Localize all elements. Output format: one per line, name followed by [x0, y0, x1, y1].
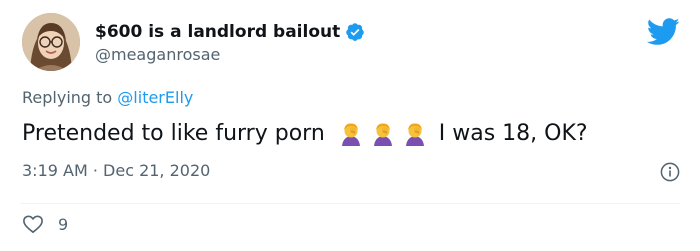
twitter-bird-icon[interactable] [646, 18, 680, 46]
tweet-text-before: Pretended to like furry porn [22, 121, 325, 146]
divider [20, 203, 680, 204]
verified-badge-icon [345, 22, 365, 42]
heart-icon[interactable] [22, 214, 44, 234]
display-name[interactable]: $600 is a landlord bailout [95, 22, 340, 42]
replying-prefix: Replying to [22, 88, 113, 107]
tweet-text-after: I was 18, OK? [438, 121, 588, 146]
replying-to: Replying to @literElly [22, 88, 193, 107]
emoji-group [339, 122, 427, 146]
author-row: $600 is a landlord bailout [95, 20, 365, 44]
reply-target-link[interactable]: @literElly [117, 88, 193, 107]
woman-facepalming-icon [371, 122, 395, 146]
avatar[interactable] [22, 13, 80, 71]
like-count: 9 [58, 214, 69, 234]
woman-facepalming-icon [339, 122, 363, 146]
info-icon[interactable] [660, 162, 680, 182]
tweet-timestamp[interactable]: 3:19 AM · Dec 21, 2020 [22, 161, 210, 180]
tweet-card: $600 is a landlord bailout @meaganrosae … [0, 0, 700, 251]
tweet-text: Pretended to like furry porn I was 18, O… [22, 121, 588, 146]
woman-facepalming-icon [403, 122, 427, 146]
author-handle[interactable]: @meaganrosae [95, 45, 220, 64]
like-action[interactable]: 9 [22, 214, 68, 234]
